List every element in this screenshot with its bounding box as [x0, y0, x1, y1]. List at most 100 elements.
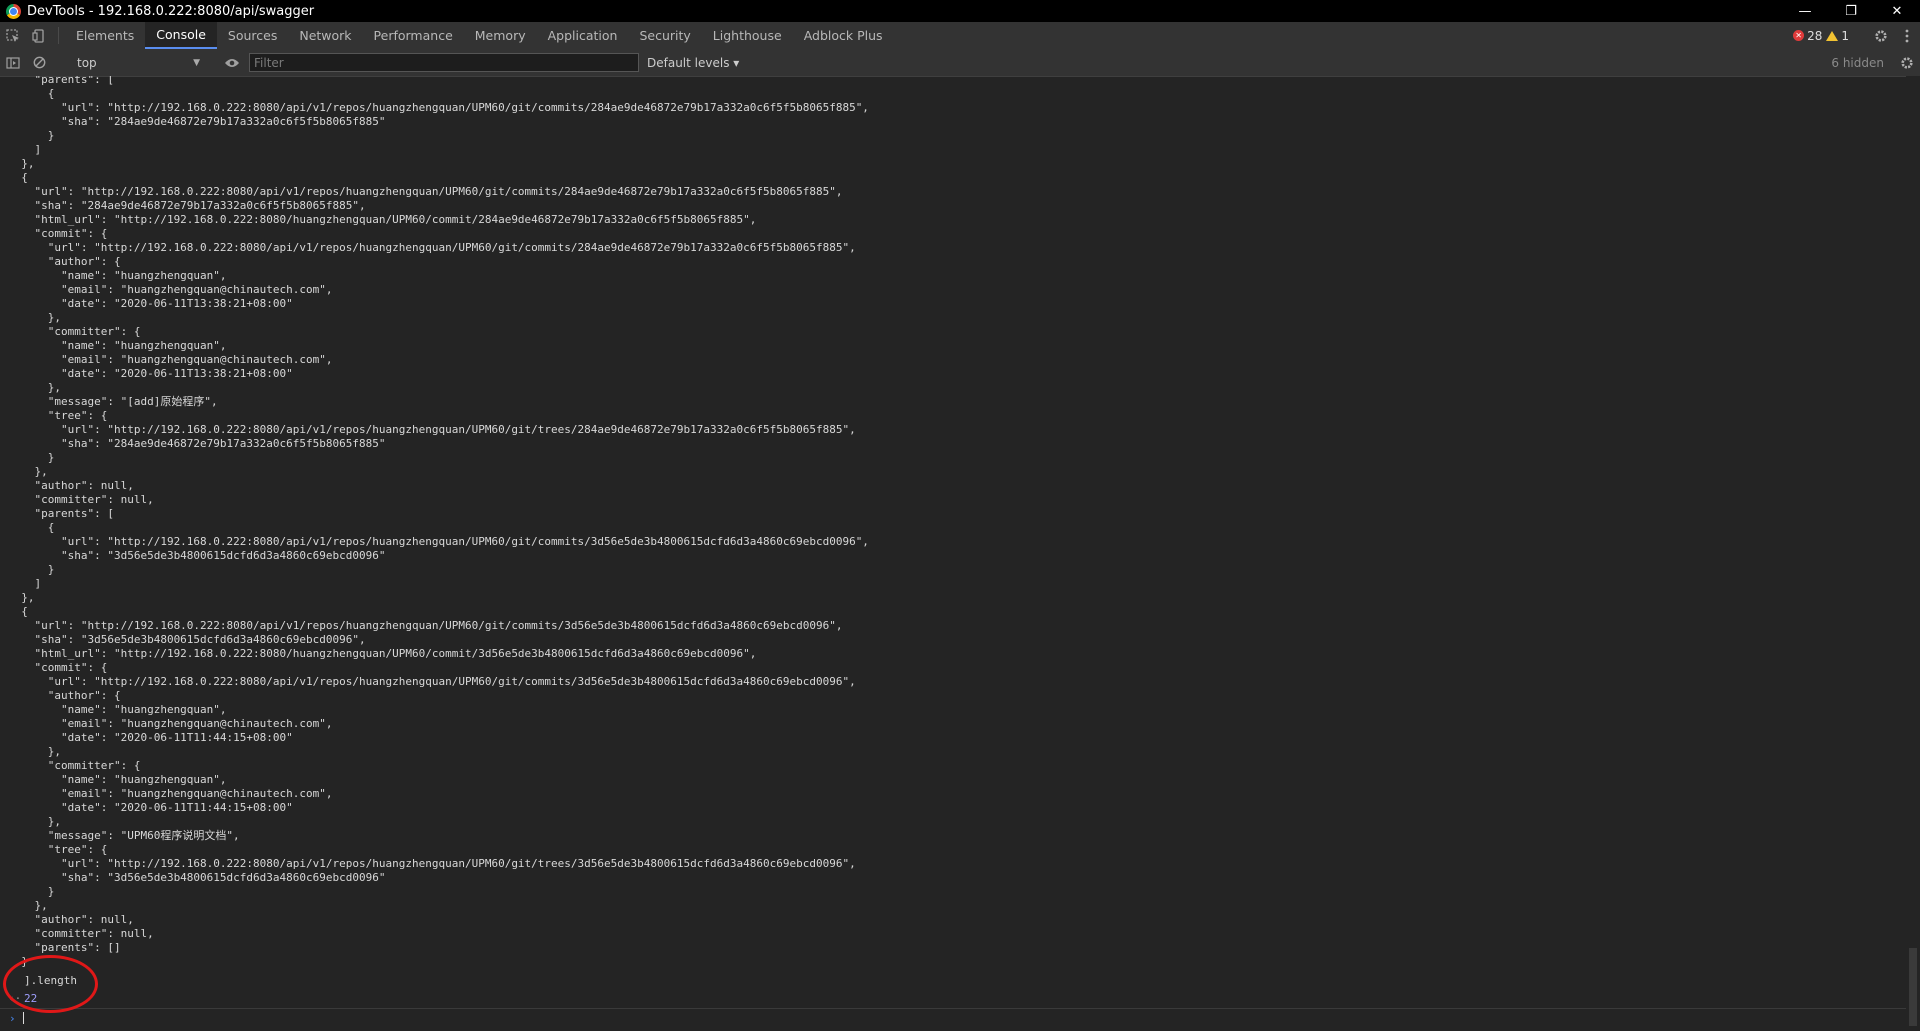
console-line: "sha": "284ae9de46872e79b17a332a0c6f5f5b…: [8, 199, 366, 212]
tab-sources[interactable]: Sources: [217, 22, 288, 49]
prompt-caret-icon: ›: [9, 1011, 16, 1025]
red-annotation-circle: [3, 955, 98, 1013]
console-line: },: [8, 381, 61, 394]
console-line: "date": "2020-06-11T11:44:15+08:00": [8, 731, 293, 744]
issues-counter[interactable]: ✕ 28 1: [1793, 29, 1849, 43]
console-toolbar: top ▼ Default levels ▾ 6 hidden: [0, 49, 1920, 77]
console-line: "author": {: [8, 689, 121, 702]
console-line: "html_url": "http://192.168.0.222:8080/h…: [8, 647, 757, 660]
settings-gear-icon[interactable]: [1868, 29, 1894, 43]
console-line: "tree": {: [8, 409, 108, 422]
window-title: DevTools - 192.168.0.222:8080/api/swagge…: [27, 3, 315, 19]
log-levels-dropdown[interactable]: Default levels ▾: [647, 56, 739, 70]
console-line: },: [8, 815, 61, 828]
result-row: ‹· 22: [8, 991, 1906, 1005]
warning-icon: [1826, 30, 1839, 41]
console-line: "message": "[add]原始程序",: [8, 395, 218, 408]
tab-adblock-plus[interactable]: Adblock Plus: [793, 22, 894, 49]
console-line: }: [8, 955, 28, 968]
console-line: "sha": "3d56e5de3b4800615dcfd6d3a4860c69…: [8, 633, 366, 646]
tab-application[interactable]: Application: [537, 22, 629, 49]
console-line: {: [8, 605, 28, 618]
tab-network[interactable]: Network: [288, 22, 362, 49]
console-line: "url": "http://192.168.0.222:8080/api/v1…: [8, 185, 843, 198]
console-line: "name": "huangzhengquan",: [8, 269, 227, 282]
minimize-button[interactable]: —: [1782, 0, 1828, 22]
console-line: "email": "huangzhengquan@chinautech.com"…: [8, 787, 333, 800]
text-cursor: [23, 1012, 24, 1024]
tab-elements[interactable]: Elements: [65, 22, 145, 49]
console-line: },: [8, 157, 35, 170]
tab-performance[interactable]: Performance: [363, 22, 464, 49]
console-line: },: [8, 465, 48, 478]
console-line: "url": "http://192.168.0.222:8080/api/v1…: [8, 423, 856, 436]
console-prompt[interactable]: ›: [0, 1008, 1906, 1027]
console-line: "email": "huangzhengquan@chinautech.com"…: [8, 717, 333, 730]
tab-bar-right: ✕ 28 1: [1793, 22, 1920, 49]
console-line: },: [8, 591, 35, 604]
window-title-bar: DevTools - 192.168.0.222:8080/api/swagge…: [0, 0, 1920, 22]
console-settings-gear-icon[interactable]: [1894, 56, 1920, 70]
console-line: },: [8, 311, 61, 324]
console-line: "sha": "284ae9de46872e79b17a332a0c6f5f5b…: [8, 115, 386, 128]
scrollbar-thumb[interactable]: [1909, 948, 1917, 1026]
tab-console[interactable]: Console: [145, 22, 217, 49]
live-expression-eye-icon[interactable]: [219, 58, 245, 68]
hidden-messages-count: 6 hidden: [1831, 55, 1884, 70]
console-line: "date": "2020-06-11T11:44:15+08:00": [8, 801, 293, 814]
more-options-icon[interactable]: [1894, 29, 1920, 43]
tab-lighthouse[interactable]: Lighthouse: [702, 22, 793, 49]
console-line: "url": "http://192.168.0.222:8080/api/v1…: [8, 675, 856, 688]
console-line: "parents": []: [8, 941, 121, 954]
console-line: "name": "huangzhengquan",: [8, 703, 227, 716]
console-line: "author": null,: [8, 479, 134, 492]
console-line: {: [8, 87, 55, 100]
console-scrollbar[interactable]: [1906, 76, 1920, 1031]
console-line: "commit": {: [8, 227, 108, 240]
console-line: "name": "huangzhengquan",: [8, 339, 227, 352]
console-line: },: [8, 899, 48, 912]
console-line: {: [8, 521, 55, 534]
console-line: "url": "http://192.168.0.222:8080/api/v1…: [8, 101, 869, 114]
context-value: top: [77, 55, 97, 70]
tab-security[interactable]: Security: [628, 22, 701, 49]
console-line: "message": "UPM60程序说明文档",: [8, 829, 240, 842]
console-line: "committer": {: [8, 759, 141, 772]
clear-console-icon[interactable]: [26, 56, 52, 69]
console-line: "sha": "3d56e5de3b4800615dcfd6d3a4860c69…: [8, 871, 386, 884]
warning-count: 1: [1841, 28, 1849, 43]
console-line: "date": "2020-06-11T13:38:21+08:00": [8, 297, 293, 310]
console-line: "committer": null,: [8, 493, 154, 506]
inspect-element-icon[interactable]: [0, 22, 26, 49]
console-output[interactable]: "parents": [ { "url": "http://192.168.0.…: [0, 76, 1906, 1031]
console-line: "date": "2020-06-11T13:38:21+08:00": [8, 367, 293, 380]
console-line: "url": "http://192.168.0.222:8080/api/v1…: [8, 619, 843, 632]
filter-input[interactable]: [249, 53, 639, 72]
console-line: "committer": {: [8, 325, 141, 338]
sidebar-toggle-icon[interactable]: [0, 56, 26, 69]
console-line: "url": "http://192.168.0.222:8080/api/v1…: [8, 535, 869, 548]
console-line: {: [8, 171, 28, 184]
device-toolbar-icon[interactable]: [26, 22, 52, 49]
console-line: "url": "http://192.168.0.222:8080/api/v1…: [8, 241, 856, 254]
console-line: "email": "huangzhengquan@chinautech.com"…: [8, 353, 333, 366]
console-line: "url": "http://192.168.0.222:8080/api/v1…: [8, 857, 856, 870]
console-line: "author": null,: [8, 913, 134, 926]
tab-memory[interactable]: Memory: [464, 22, 537, 49]
console-line: "tree": {: [8, 843, 108, 856]
console-line: "html_url": "http://192.168.0.222:8080/h…: [8, 213, 757, 226]
console-line: }: [8, 129, 55, 142]
console-line: },: [8, 745, 61, 758]
console-line: "parents": [: [8, 507, 114, 520]
console-line: ]: [8, 143, 42, 156]
close-button[interactable]: ✕: [1874, 0, 1920, 22]
console-line: "committer": null,: [8, 927, 154, 940]
console-line: ]: [8, 577, 42, 590]
console-line: "email": "huangzhengquan@chinautech.com"…: [8, 283, 333, 296]
toolbar-divider: [58, 27, 59, 44]
error-icon: ✕: [1793, 30, 1805, 41]
console-line: }: [8, 451, 55, 464]
restore-button[interactable]: ❐: [1828, 0, 1874, 22]
execution-context-select[interactable]: top ▼: [71, 53, 206, 73]
console-line: }: [8, 563, 55, 576]
